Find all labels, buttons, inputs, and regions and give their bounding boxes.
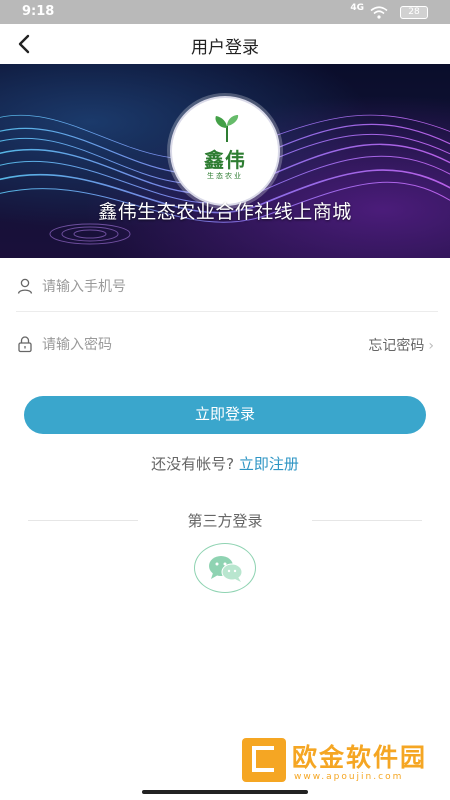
logo-brand-text: 鑫伟: [204, 148, 246, 172]
password-field: 忘记密码 ›: [16, 320, 438, 370]
forgot-password-link[interactable]: 忘记密码 ›: [368, 335, 434, 355]
register-prompt-line: 还没有帐号? 立即注册: [0, 453, 450, 474]
third-party-login-divider: 第三方登录: [0, 510, 450, 532]
divider-right: [312, 520, 422, 521]
header-banner: 鑫伟 生态农业 鑫伟生态农业合作社线上商城: [0, 64, 450, 258]
brand-logo: 鑫伟 生态农业: [170, 96, 280, 206]
status-time: 9:18: [22, 4, 55, 19]
page-title: 用户登录: [191, 38, 259, 58]
shop-name: 鑫伟生态农业合作社线上商城: [98, 201, 352, 223]
user-icon: [17, 278, 33, 294]
wechat-icon: [209, 556, 243, 582]
password-input[interactable]: [42, 332, 342, 358]
watermark-name: 欧金软件园: [292, 743, 428, 772]
wechat-login-button[interactable]: [194, 543, 256, 593]
wifi-icon: [370, 6, 388, 19]
home-indicator[interactable]: [142, 790, 308, 794]
tea-leaf-icon: [215, 115, 239, 142]
login-button[interactable]: 立即登录: [24, 396, 426, 434]
battery-icon: 28: [400, 6, 428, 19]
battery-level: 28: [408, 7, 420, 17]
phone-input[interactable]: [42, 274, 342, 300]
register-link[interactable]: 立即注册: [239, 455, 299, 473]
nav-bar: 用户登录: [0, 24, 450, 64]
forgot-password-label: 忘记密码: [368, 338, 425, 354]
watermark-url: www.apoujin.com: [294, 772, 404, 782]
phone-field: [16, 262, 438, 312]
watermark-logo-icon: [242, 738, 286, 782]
chevron-right-icon: ›: [428, 338, 434, 354]
lock-icon: [18, 336, 32, 353]
site-watermark: 欧金软件园 www.apoujin.com: [242, 732, 444, 792]
network-indicator: 4G: [350, 3, 364, 13]
register-prompt: 还没有帐号?: [151, 455, 235, 473]
logo-sub-text: 生态农业: [207, 172, 243, 180]
status-bar: 9:18 4G 28: [0, 0, 450, 24]
